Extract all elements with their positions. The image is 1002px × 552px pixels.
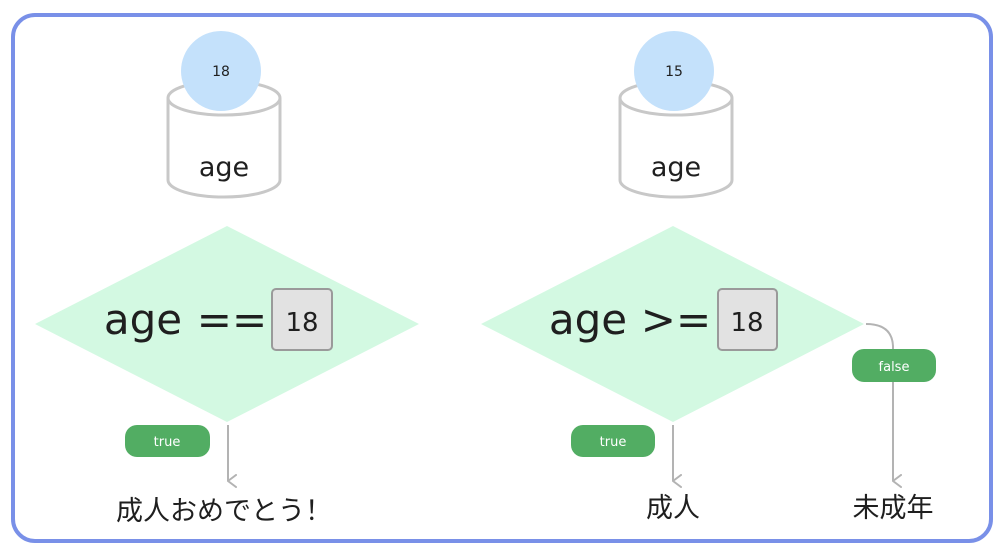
left-variable-name: age [199,152,249,183]
flowchart-canvas: age 18 age == 18 true 成人おめでとう！ age 15 ag… [0,0,1002,552]
left-true-result: 成人おめでとう！ [116,496,332,527]
left-condition-operator: == [197,295,267,344]
right-ball-value: 15 [665,64,683,80]
right-condition-operator: >= [641,295,711,344]
left-true-label: true [154,435,181,450]
right-false-arrow [865,323,902,488]
right-false-badge: false [852,349,936,382]
flow-diagram: age 18 age == 18 true 成人おめでとう！ age 15 ag… [35,31,936,527]
right-condition-variable: age [549,295,627,344]
left-condition-diamond: age == 18 [35,226,419,422]
left-true-badge: true [125,425,210,457]
right-condition-diamond: age >= 18 [481,226,864,422]
right-compare-value: 18 [730,308,763,338]
right-true-badge: true [571,425,655,457]
right-false-result: 未成年 [853,493,934,524]
left-compare-value: 18 [285,308,318,338]
left-condition-variable: age [104,295,182,344]
left-ball-value: 18 [212,64,230,80]
right-true-label: true [600,435,627,450]
right-value-ball: 15 [634,31,714,111]
right-false-label: false [879,360,910,375]
right-true-result: 成人 [646,493,700,524]
left-value-ball: 18 [181,31,261,111]
right-variable-name: age [651,152,701,183]
